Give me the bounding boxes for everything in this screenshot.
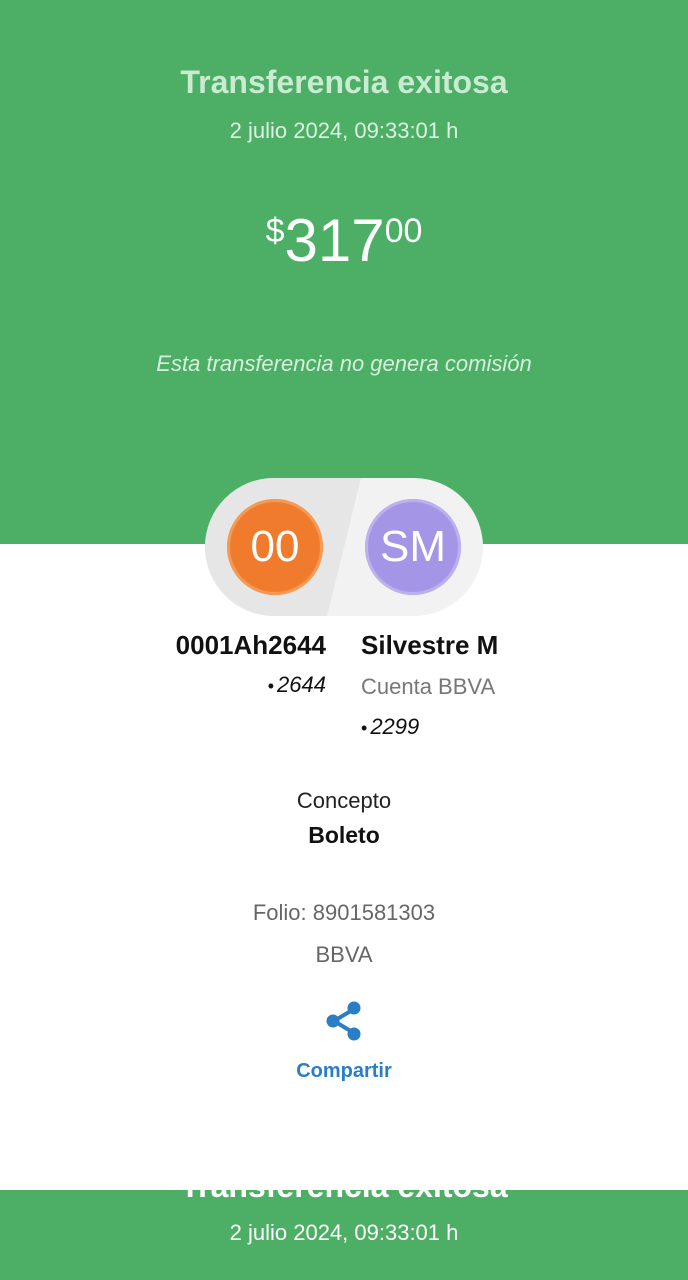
share-icon[interactable] xyxy=(324,1001,364,1041)
transfer-datetime: 2 julio 2024, 09:33:01 h xyxy=(229,118,459,143)
transfer-amount: $31700 xyxy=(0,206,688,275)
destination-avatar: SM xyxy=(365,499,461,595)
origin-avatar: 00 xyxy=(227,499,323,595)
origin-account-number: 2644 xyxy=(277,672,326,697)
fee-note: Esta transferencia no genera comisión xyxy=(156,351,532,376)
concept-value: Boleto xyxy=(308,822,380,848)
folio-number: Folio: 8901581303 xyxy=(252,900,436,925)
page-title: Transferencia exitosa xyxy=(180,64,508,100)
transfer-parties-pill: 00 SM xyxy=(205,478,483,616)
amount-decimals: 00 xyxy=(384,212,423,250)
destination-name: Silvestre M xyxy=(361,630,499,660)
bank-name: BBVA xyxy=(315,942,373,967)
destination-bank: Cuenta BBVA xyxy=(361,674,496,699)
footer-title: Transferencia exitosa xyxy=(0,1190,688,1205)
amount-integer: 317 xyxy=(284,207,385,274)
destination-account-number: 2299 xyxy=(370,714,420,739)
destination-account-bullet: • xyxy=(361,718,368,738)
origin-account: • 2644 xyxy=(268,672,326,698)
origin-name: 0001Ah2644 xyxy=(175,630,326,660)
share-button[interactable]: Compartir xyxy=(0,1060,688,1083)
concept-label: Concepto xyxy=(296,788,392,813)
amount-currency: $ xyxy=(265,212,285,250)
origin-account-bullet: • xyxy=(267,676,275,696)
footer-datetime: 2 julio 2024, 09:33:01 h xyxy=(229,1220,459,1245)
footer-banner: Transferencia exitosa 2 julio 2024, 09:3… xyxy=(0,1190,688,1280)
destination-account: • 2299 xyxy=(361,714,419,740)
success-header: Transferencia exitosa 2 julio 2024, 09:3… xyxy=(0,0,688,544)
